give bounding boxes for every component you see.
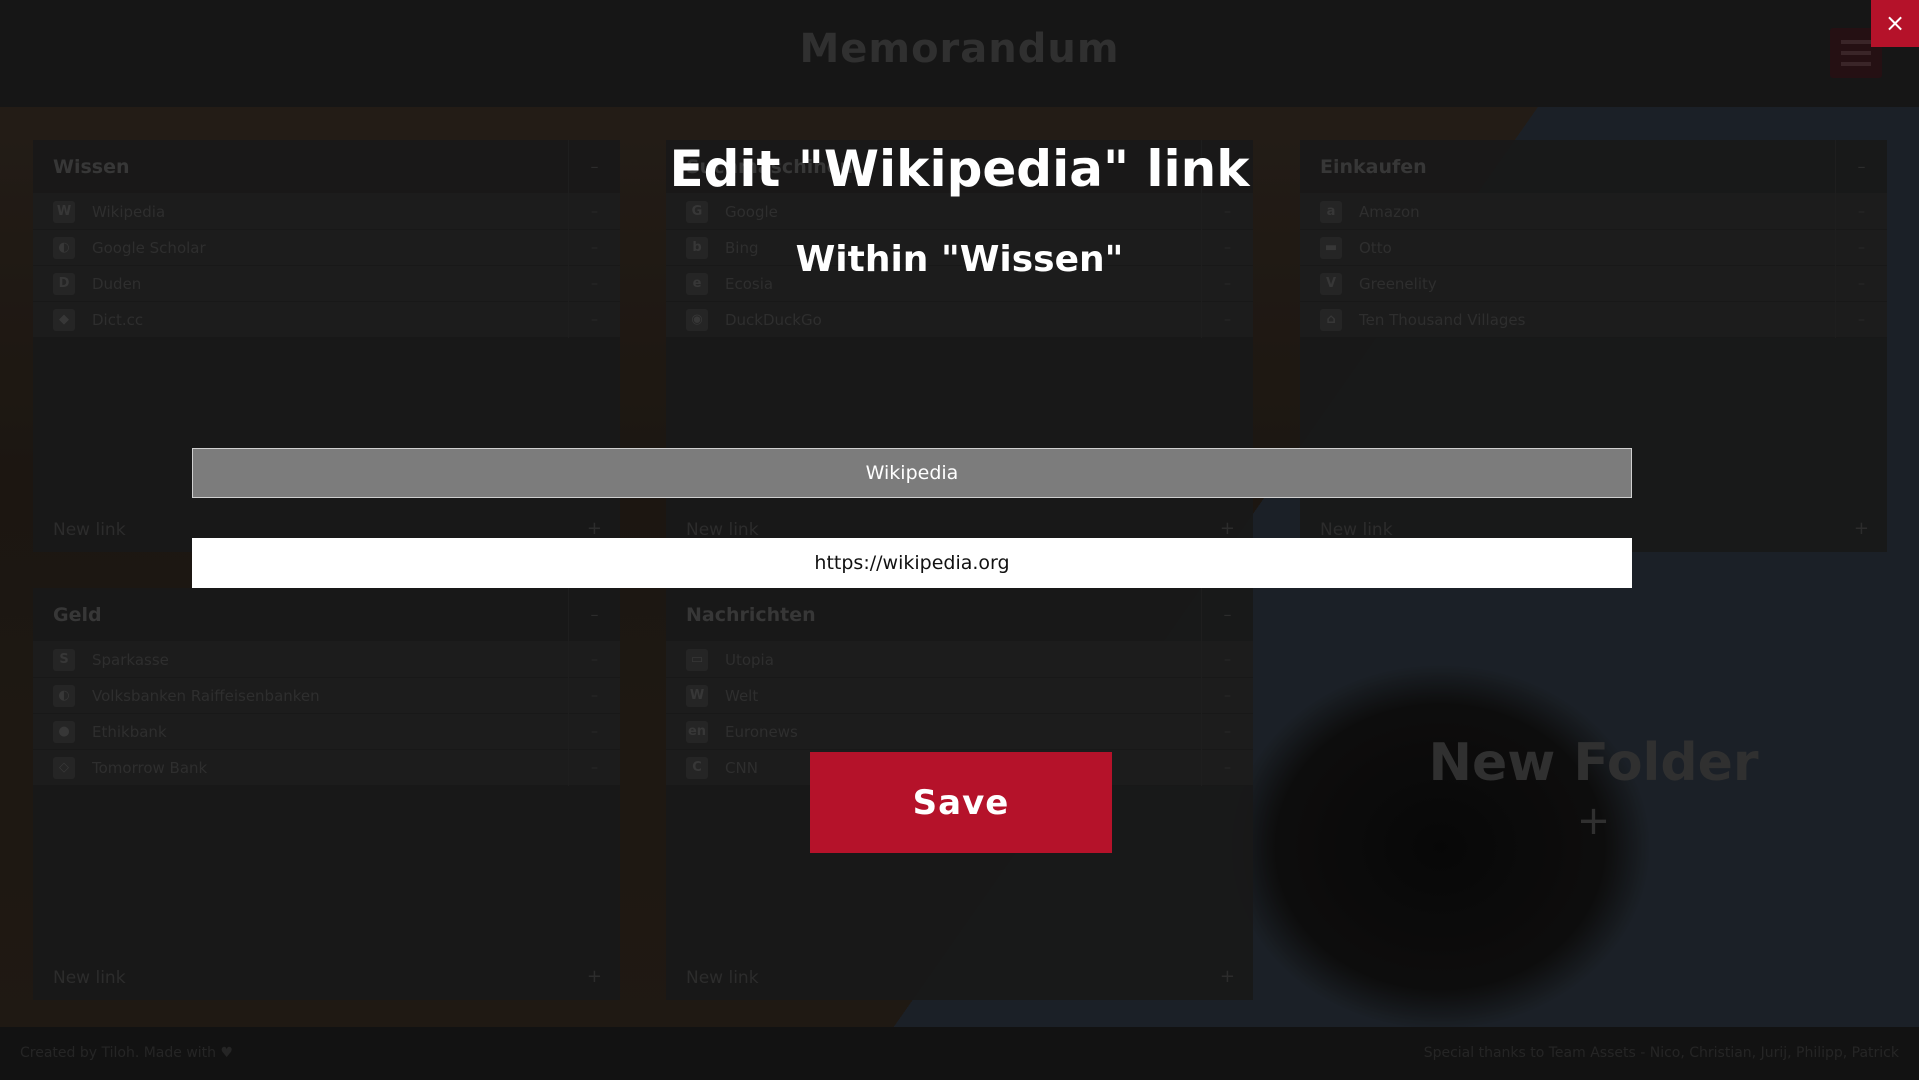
link-url-input[interactable] [192, 538, 1632, 588]
link-name-input[interactable] [192, 448, 1632, 498]
save-button[interactable]: Save [810, 752, 1112, 853]
modal-subtitle: Within "Wissen" [795, 239, 1124, 280]
edit-link-modal: × Edit "Wikipedia" link Within "Wissen" … [0, 0, 1919, 1080]
modal-title: Edit "Wikipedia" link [669, 140, 1250, 198]
close-icon[interactable]: × [1871, 0, 1919, 47]
